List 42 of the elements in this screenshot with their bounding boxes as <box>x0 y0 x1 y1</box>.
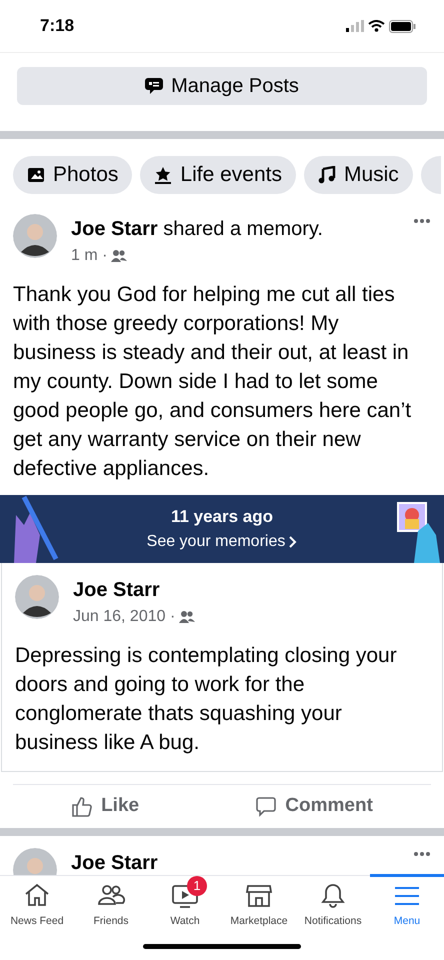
wifi-icon <box>368 20 385 32</box>
author-name: Joe Starr <box>73 578 161 603</box>
filter-chip[interactable]: Life events <box>140 156 296 194</box>
notification-badge: 1 <box>187 876 207 896</box>
music-note-icon <box>318 166 336 184</box>
avatar <box>15 575 59 619</box>
bell-icon <box>319 882 347 910</box>
memory-title: 11 years ago <box>170 506 274 528</box>
friends-audience-icon <box>111 249 128 263</box>
filter-chip[interactable]: Photos <box>13 156 132 194</box>
tab[interactable]: Menu <box>370 876 444 930</box>
thumbs-up-icon <box>71 796 94 818</box>
tab[interactable]: News Feed <box>0 876 74 930</box>
post-time: 1 m · <box>71 246 108 266</box>
speech-bubble-icon <box>255 796 278 818</box>
chevron-icon <box>289 536 298 548</box>
shared-post-text: Depressing is contemplating closing your doors and going to work for the conglomerate thats squashing your business like A bug. <box>14 643 398 756</box>
author-name: Joe Starr <box>71 851 158 875</box>
manage-posts-button[interactable]: Manage Posts <box>17 67 427 105</box>
more-options-icon[interactable] <box>413 218 431 224</box>
post-text: Thank you God for helping me cut all ties with those greedy corporations! My business is steady and their out, at least in my county. Down side I had to let some good people go, and consumers here can’t get any warranty service on their new defective appliances. <box>12 282 412 482</box>
tab[interactable]: Notifications <box>296 876 370 930</box>
signal-icon <box>346 20 364 32</box>
friends-audience-icon <box>179 610 196 624</box>
avatar <box>13 214 57 258</box>
photo-icon <box>27 166 45 184</box>
tab[interactable]: Marketplace <box>222 876 296 930</box>
posts-icon <box>145 77 164 95</box>
video-icon <box>171 882 199 910</box>
comment-button[interactable]: Comment <box>197 785 431 828</box>
see-memories-link[interactable]: See your memories <box>146 530 298 554</box>
battery-icon <box>389 20 416 32</box>
tab[interactable]: Friends <box>74 876 148 930</box>
storefront-icon <box>245 882 273 910</box>
post-date: Jun 16, 2010 · <box>73 607 176 627</box>
post-header: Joe Starr shared a memory. <box>71 217 323 242</box>
filter-chip[interactable]: Music <box>304 156 413 194</box>
like-button[interactable]: Like <box>13 785 198 828</box>
status-time: 7:18 <box>40 15 74 38</box>
star-icon <box>154 166 172 184</box>
more-options-icon[interactable] <box>413 851 431 857</box>
tab[interactable]: Watch 1 <box>148 876 222 930</box>
